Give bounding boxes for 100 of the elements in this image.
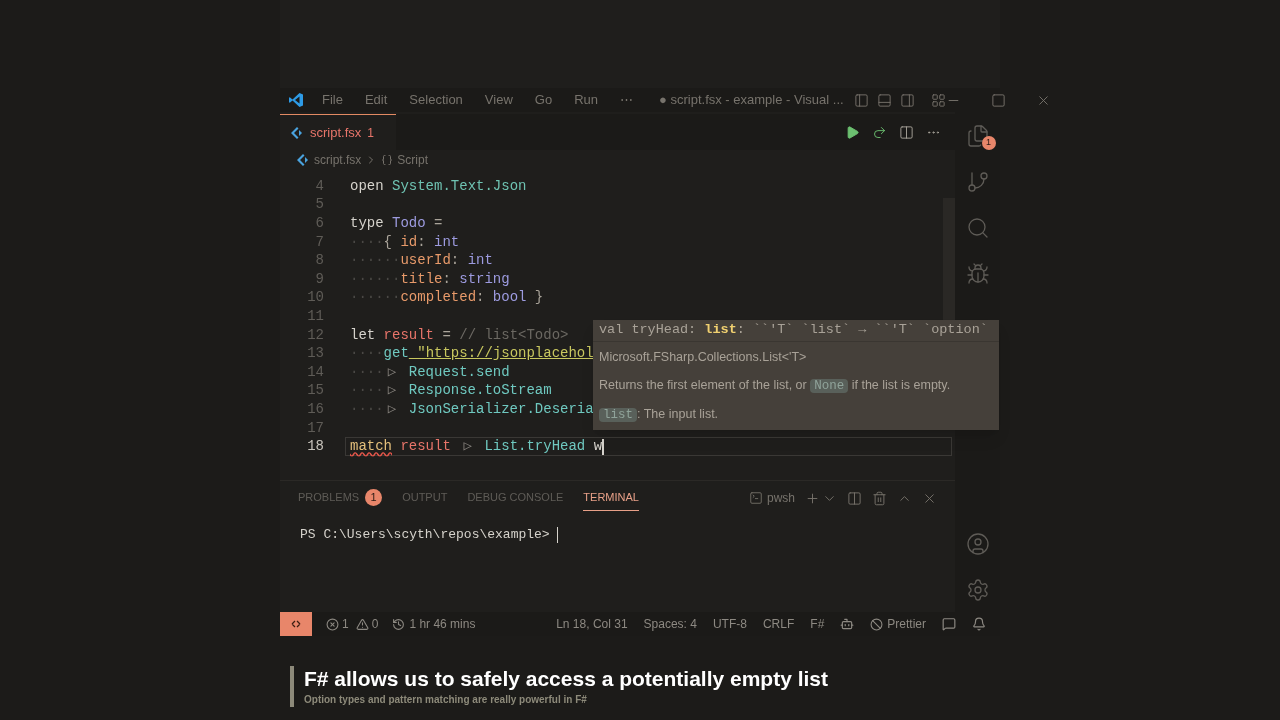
line-number: 4 — [314, 176, 324, 196]
code-token: id — [400, 232, 418, 252]
terminal-cursor — [557, 526, 559, 543]
window-title: ● script.fsx - example - Visual ... — [659, 91, 844, 110]
explorer-icon[interactable] — [965, 124, 990, 148]
code-token: "https://jsonplacehol — [416, 344, 594, 364]
code-token: { — [383, 232, 393, 252]
maximize-icon[interactable] — [990, 92, 1006, 108]
menu-item[interactable]: ⋯ — [620, 90, 633, 110]
menu-item[interactable]: File — [322, 90, 343, 110]
status-item[interactable]: CRLF — [762, 615, 795, 633]
split-terminal-icon[interactable] — [847, 490, 862, 506]
error-icon — [326, 617, 339, 631]
parameter-name: list — [704, 321, 737, 340]
search-icon[interactable] — [965, 216, 990, 240]
line-number: 7 — [314, 232, 324, 252]
code-token: ······ — [350, 251, 401, 271]
line-number: 13 — [306, 344, 324, 364]
problems-status[interactable]: 1 0 — [326, 615, 379, 633]
code-token: string — [459, 269, 510, 289]
menu-item[interactable]: View — [484, 90, 513, 110]
code-token: Request.send — [407, 362, 510, 382]
code-token: ···· — [350, 362, 384, 382]
line-number: 11 — [306, 306, 324, 326]
split-editor-icon[interactable] — [899, 124, 914, 140]
remote-icon — [290, 618, 302, 630]
code-token: type — [350, 214, 385, 233]
panel-left-icon[interactable] — [853, 92, 869, 108]
code-token: ···· — [350, 232, 384, 252]
line-number: 8 — [314, 251, 324, 271]
hover-text: if the list is empty. — [850, 377, 951, 392]
account-icon[interactable] — [965, 532, 990, 556]
panel-tab[interactable]: OUTPUT — [402, 485, 448, 511]
line-number: 15 — [306, 381, 324, 401]
breadcrumb[interactable]: Script — [397, 151, 429, 169]
line-number: 14 — [306, 362, 324, 382]
source-control-icon[interactable] — [965, 170, 990, 194]
code-token: completed — [400, 288, 477, 308]
pipe-operator: ▷ — [386, 362, 398, 382]
inline-code: None — [810, 378, 849, 393]
panel-tab[interactable]: TERMINAL — [583, 485, 639, 511]
braces-icon — [381, 154, 394, 166]
code-token: = — [433, 214, 443, 233]
code-token: bool — [492, 288, 527, 308]
bell-icon[interactable] — [972, 617, 986, 631]
code-token: ······ — [350, 269, 401, 289]
code-token: ···· — [350, 381, 384, 401]
panel-tab[interactable]: PROBLEMS 1 — [298, 485, 383, 511]
editor-tab[interactable]: script.fsx 1 — [280, 114, 396, 150]
code-token: result — [383, 325, 435, 345]
hover-text: : The input list. — [637, 406, 719, 421]
panel-right-icon[interactable] — [899, 92, 915, 108]
problem-badge: 1 — [365, 489, 383, 506]
layout-icon[interactable] — [930, 92, 946, 108]
forward-arrow-icon[interactable] — [872, 124, 887, 140]
terminal-selector[interactable]: pwsh — [749, 489, 795, 507]
formatter-status[interactable]: Prettier — [870, 615, 926, 633]
text-cursor — [602, 438, 605, 455]
menu-item[interactable]: Selection — [409, 90, 463, 110]
code-token: JsonSerializer.Deseria — [407, 399, 594, 419]
status-item[interactable]: UTF-8 — [712, 615, 747, 633]
remote-button[interactable] — [280, 612, 312, 636]
terminal-prompt: PS C:\Users\scyth\repos\example> — [300, 526, 551, 544]
menu-item[interactable]: Go — [534, 90, 553, 110]
line-number: 5 — [314, 195, 324, 215]
code-token: System.Text.Json — [392, 176, 527, 196]
warning-icon — [355, 617, 369, 631]
line-number: 17 — [306, 418, 324, 438]
line-number: 10 — [306, 288, 324, 308]
menu-item[interactable]: Edit — [364, 90, 388, 110]
panel-tab[interactable]: DEBUG CONSOLE — [467, 485, 564, 511]
line-number: 6 — [314, 214, 324, 233]
status-item[interactable]: F# — [810, 615, 825, 633]
settings-icon[interactable] — [965, 578, 990, 602]
run-debug-icon[interactable] — [965, 262, 990, 286]
fsharp-file-icon — [296, 153, 310, 167]
pipe-operator: ▷ — [386, 381, 398, 401]
menu-item[interactable]: Run — [574, 90, 598, 110]
time-status[interactable]: 1 hr 46 mins — [392, 615, 476, 633]
code-token: int — [467, 251, 493, 271]
panel-bottom-icon[interactable] — [876, 92, 892, 108]
code-token: userId — [400, 251, 451, 271]
pipe-operator: ▷ — [462, 437, 473, 457]
hover-text: : ``'T` `list` → ``'T` `option` — [736, 321, 988, 340]
feedback-icon[interactable] — [942, 617, 956, 631]
code-token: int — [434, 232, 460, 252]
status-item[interactable]: Ln 18, Col 31 — [556, 615, 628, 633]
code-token: = — [441, 325, 452, 345]
breadcrumb[interactable]: script.fsx — [314, 151, 362, 169]
code-token: // list<Todo> — [459, 325, 569, 345]
line-number: 18 — [306, 437, 324, 457]
status-item[interactable]: Spaces: 4 — [643, 615, 697, 633]
code-token: let — [350, 325, 377, 345]
line-number: 12 — [306, 325, 324, 345]
code-token: : — [450, 251, 461, 271]
run-icon[interactable] — [845, 124, 860, 140]
new-terminal-icon[interactable] — [805, 490, 820, 506]
code-token: : — [442, 269, 452, 289]
trash-icon[interactable] — [872, 490, 887, 506]
no-entry-icon — [870, 617, 884, 631]
